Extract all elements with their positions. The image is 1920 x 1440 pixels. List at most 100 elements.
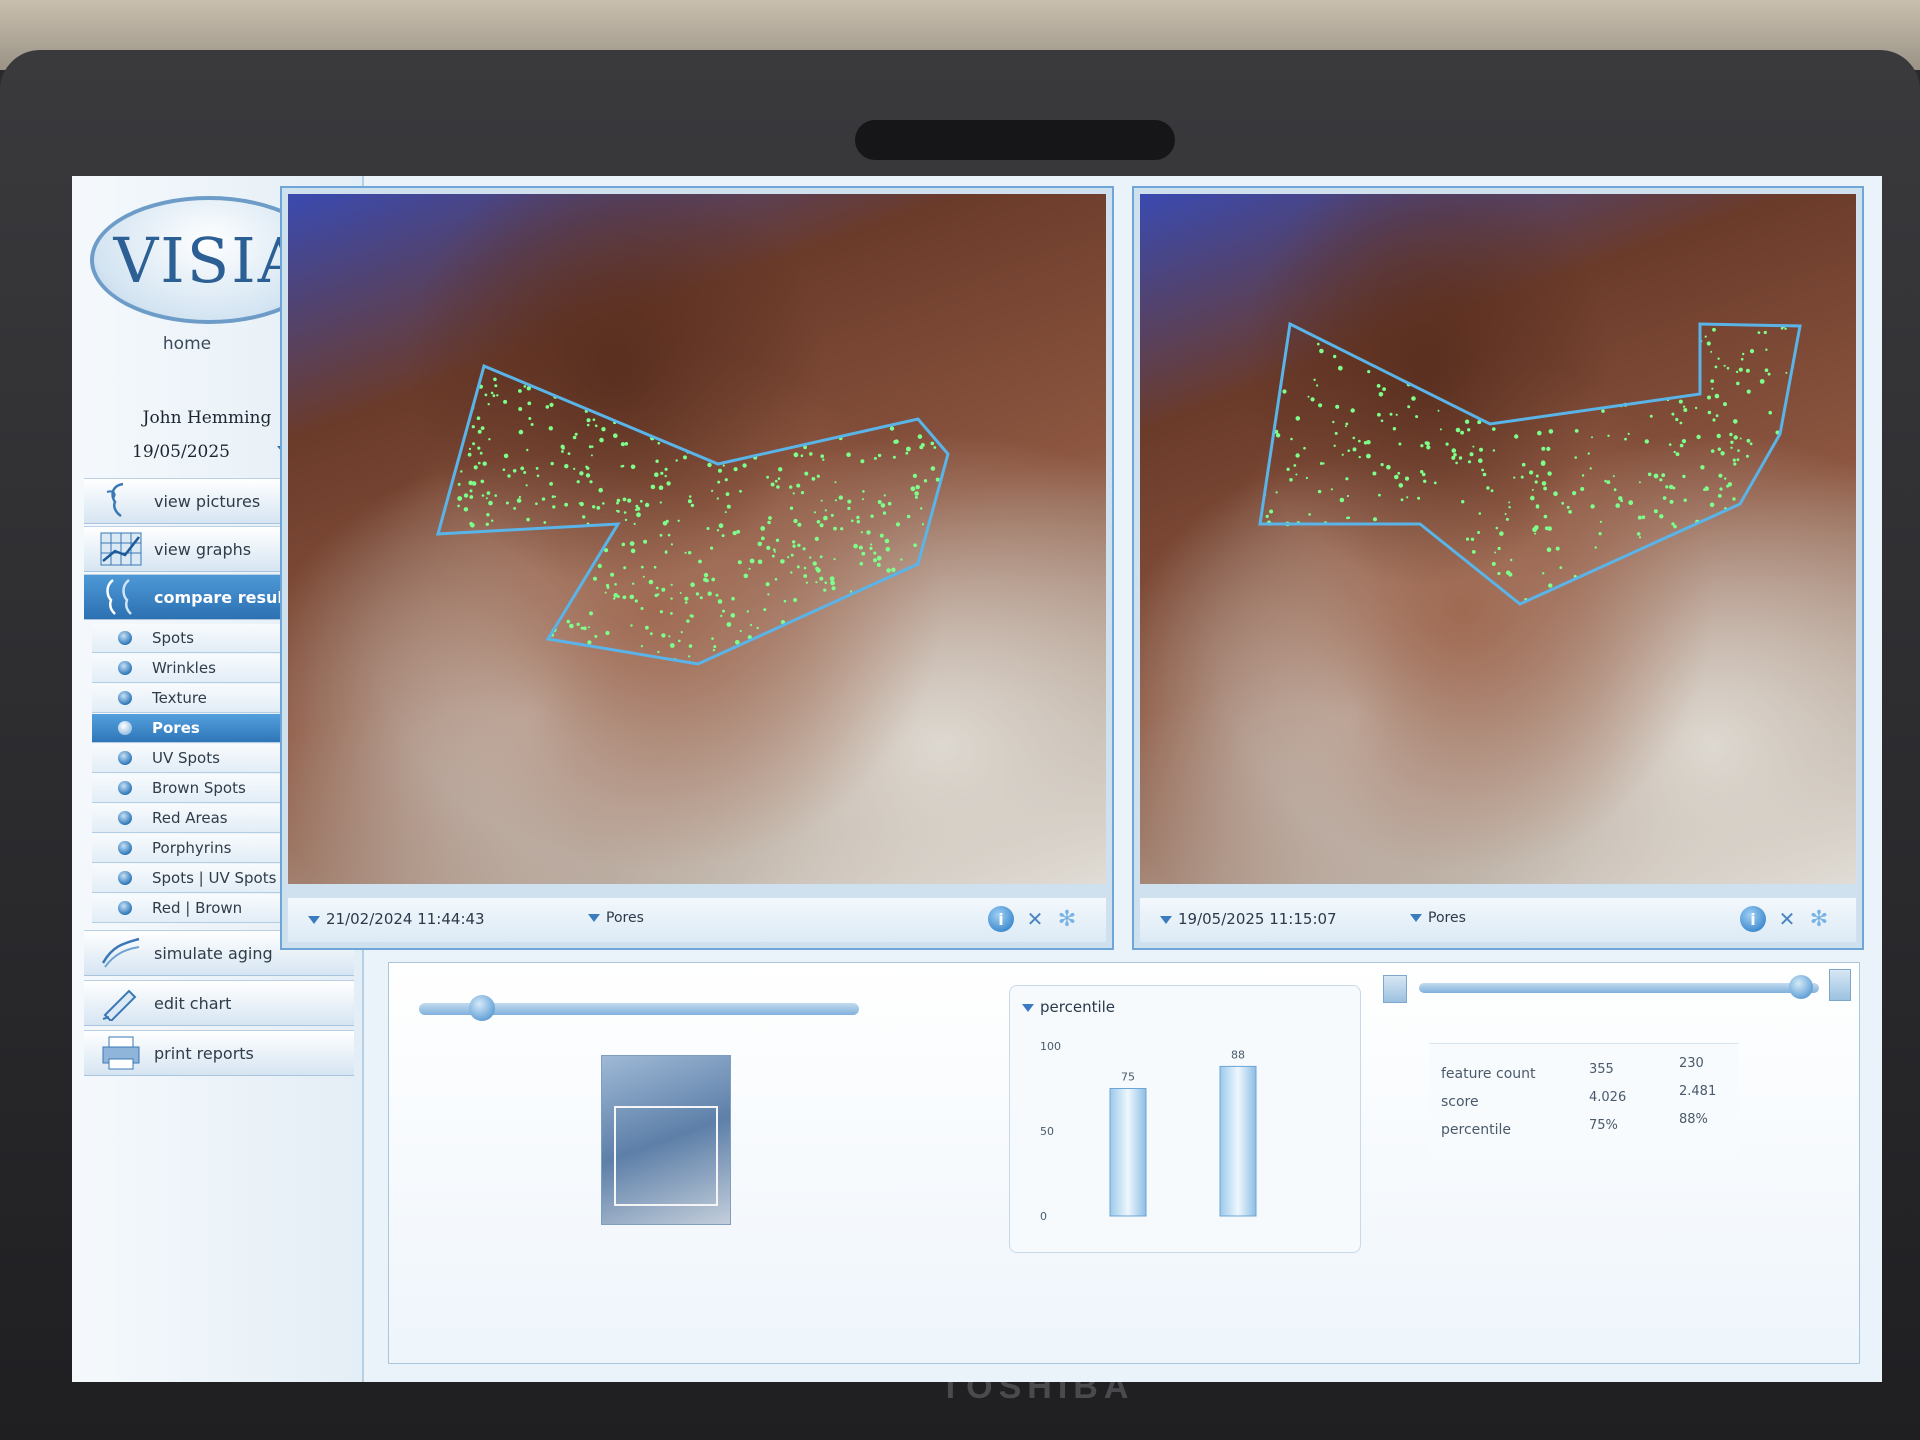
pore-mark [742, 463, 747, 468]
left-info-icon[interactable]: i [988, 906, 1014, 932]
right-time-slider[interactable] [1419, 983, 1819, 993]
pore-mark [596, 506, 601, 510]
pore-mark [624, 442, 629, 446]
pore-mark [862, 490, 865, 493]
right-info-icon[interactable]: i [1740, 906, 1766, 932]
session-date[interactable]: 19/05/2025 [132, 442, 230, 462]
pore-mark [574, 432, 578, 436]
home-link[interactable]: home [72, 334, 302, 354]
pore-mark [746, 610, 749, 613]
pore-mark [491, 519, 494, 522]
right-timestamp-selector[interactable]: 19/05/2025 11:15:07 [1160, 910, 1337, 928]
right-settings-icon[interactable]: ✻ [1806, 906, 1832, 932]
pore-mark [725, 492, 730, 496]
pore-mark [906, 514, 911, 519]
pore-mark [1460, 430, 1464, 435]
pore-mark [657, 593, 660, 596]
pore-mark [882, 511, 887, 515]
pore-mark [1659, 514, 1664, 519]
pore-mark [598, 487, 603, 493]
pore-mark [1467, 428, 1471, 432]
pore-mark [688, 551, 692, 555]
pore-mark [478, 461, 481, 465]
pore-mark [1784, 327, 1787, 330]
pore-mark [1380, 463, 1384, 467]
pore-mark [589, 611, 593, 616]
pore-mark [579, 471, 584, 476]
pore-mark [796, 565, 800, 569]
pore-mark [457, 496, 463, 501]
pore-mark [518, 389, 522, 393]
slider-start-icon[interactable] [1383, 975, 1407, 1003]
view-pictures-label: view pictures [154, 491, 261, 511]
pore-mark [594, 634, 598, 638]
pore-mark [1514, 434, 1519, 439]
pore-mark [797, 543, 801, 547]
pore-mark [632, 582, 635, 585]
pore-mark [1411, 396, 1416, 401]
pore-mark [1295, 453, 1300, 458]
right-close-icon[interactable]: ✕ [1774, 906, 1800, 932]
print-reports-button[interactable]: print reports [84, 1030, 354, 1076]
pore-mark [1513, 476, 1516, 479]
pore-mark [768, 516, 772, 520]
pore-mark [564, 502, 568, 507]
pore-mark [792, 540, 796, 544]
pore-mark [1638, 536, 1642, 539]
pore-mark [1572, 491, 1577, 496]
pore-mark [1439, 428, 1442, 431]
left-face-photo[interactable] [288, 194, 1106, 884]
feature-item-label: Spots | UV Spots [152, 869, 277, 887]
pore-mark [659, 533, 663, 537]
right-slider-handle[interactable] [1789, 975, 1813, 999]
pore-mark [803, 574, 808, 578]
pore-mark [640, 607, 644, 610]
pore-mark [1367, 370, 1371, 374]
left-timestamp-selector[interactable]: 21/02/2024 11:44:43 [308, 910, 485, 928]
pore-mark [838, 495, 843, 500]
pore-mark [856, 520, 860, 524]
pore-mark [520, 466, 525, 471]
pore-mark [621, 542, 626, 547]
pore-mark [585, 473, 591, 478]
pore-mark [802, 547, 806, 551]
pore-mark [463, 493, 469, 498]
pore-mark [790, 571, 793, 574]
pore-mark [870, 514, 874, 518]
thumbnail-region-box[interactable] [614, 1106, 718, 1206]
left-mode-selector[interactable]: Pores [588, 910, 644, 926]
pore-mark [1587, 452, 1590, 455]
right-face-photo[interactable] [1140, 194, 1856, 884]
left-slider-handle[interactable] [469, 995, 495, 1021]
pore-mark [1455, 427, 1461, 433]
pore-mark [1707, 395, 1711, 400]
pore-mark [1732, 458, 1736, 462]
pore-mark [739, 489, 742, 493]
pore-mark [604, 591, 607, 594]
pore-mark [472, 442, 476, 446]
pore-mark [468, 480, 473, 486]
pore-mark [861, 551, 866, 556]
edit-chart-button[interactable]: edit chart [84, 980, 354, 1026]
y-tick-label: 0 [1040, 1210, 1047, 1223]
pore-mark [1607, 434, 1610, 437]
pore-mark [1746, 389, 1751, 394]
pore-mark [1706, 341, 1711, 346]
left-close-icon[interactable]: ✕ [1022, 906, 1048, 932]
pore-mark [1717, 494, 1722, 498]
logo-text: VISIA [113, 223, 305, 297]
pore-mark [535, 467, 539, 470]
pore-mark [653, 565, 657, 569]
pore-mark [1313, 378, 1316, 381]
pore-mark [1339, 497, 1345, 503]
left-settings-icon[interactable]: ✻ [1054, 906, 1080, 932]
pore-mark [482, 461, 487, 466]
pore-mark [790, 553, 794, 557]
slider-end-icon[interactable] [1829, 969, 1851, 1001]
face-thumbnail[interactable] [601, 1055, 731, 1225]
pore-mark [930, 466, 936, 471]
right-mode-selector[interactable]: Pores [1410, 910, 1466, 926]
pore-mark [921, 523, 925, 526]
pore-mark [1481, 468, 1484, 472]
pore-mark [1638, 481, 1641, 484]
